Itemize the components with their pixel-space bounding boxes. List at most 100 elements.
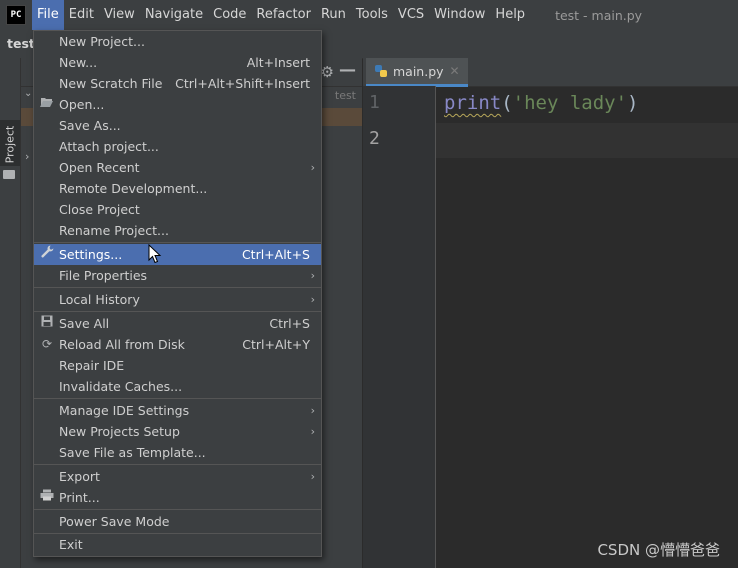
- menu-item-save-as[interactable]: Save As...: [34, 115, 321, 136]
- menu-item-shortcut: Ctrl+Alt+S: [241, 247, 310, 262]
- menu-item-new-projects-setup[interactable]: New Projects Setup ›: [34, 421, 321, 442]
- menu-item-label: Manage IDE Settings: [59, 403, 190, 418]
- line-gutter: 1 2: [363, 86, 436, 568]
- editor: main.py ✕ 1 2 print('hey lady'): [363, 58, 738, 568]
- menu-item-shortcut: Ctrl+Alt+Shift+Insert: [175, 76, 310, 91]
- menu-item-exit[interactable]: Exit: [34, 534, 321, 555]
- menu-item-label: Save All: [59, 316, 110, 331]
- file-menu-dropdown: New Project... New... Alt+Insert New Scr…: [33, 30, 322, 557]
- menu-item-label: New Projects Setup: [59, 424, 180, 439]
- menu-item-file-properties[interactable]: File Properties ›: [34, 265, 321, 286]
- wrench-icon: [39, 244, 55, 265]
- mouse-cursor-icon: [148, 244, 162, 264]
- menu-item-shortcut: Ctrl+S: [269, 316, 310, 331]
- menu-bar: PC File Edit View Navigate Code Refactor…: [0, 0, 738, 30]
- code-line[interactable]: print('hey lady'): [444, 92, 639, 114]
- menu-item-new-project[interactable]: New Project...: [34, 31, 321, 52]
- menu-item-label: File Properties: [59, 268, 148, 283]
- code-token-paren: ): [627, 92, 639, 114]
- gear-icon[interactable]: ⚙: [321, 63, 334, 81]
- menu-window[interactable]: Window: [429, 0, 490, 30]
- menu-item-label: Open Recent: [59, 160, 140, 175]
- menu-item-label: Local History: [59, 292, 140, 307]
- folder-icon[interactable]: [3, 170, 15, 179]
- menu-item-close-project[interactable]: Close Project: [34, 199, 321, 220]
- tab-main-py[interactable]: main.py ✕: [366, 58, 468, 87]
- menu-vcs[interactable]: VCS: [393, 0, 429, 30]
- menu-item-new-scratch-file[interactable]: New Scratch File Ctrl+Alt+Shift+Insert: [34, 73, 321, 94]
- submenu-arrow-icon: ›: [310, 161, 315, 174]
- menu-item-save-file-as-template[interactable]: Save File as Template...: [34, 442, 321, 463]
- project-tool-label[interactable]: Project: [4, 125, 17, 165]
- menu-item-save-all[interactable]: Save All Ctrl+S: [34, 313, 321, 334]
- submenu-arrow-icon: ›: [310, 425, 315, 438]
- close-icon[interactable]: ✕: [450, 64, 460, 78]
- menu-navigate[interactable]: Navigate: [140, 0, 208, 30]
- menu-item-label: Reload All from Disk: [59, 337, 185, 352]
- reload-icon: ⟳: [41, 337, 53, 351]
- menu-help[interactable]: Help: [490, 0, 530, 30]
- menu-item-shortcut: Alt+Insert: [246, 55, 310, 70]
- menu-item-label: Attach project...: [59, 139, 159, 154]
- save-icon: [39, 313, 55, 334]
- tab-label: main.py: [393, 63, 444, 79]
- menu-item-reload-all[interactable]: ⟳ Reload All from Disk Ctrl+Alt+Y: [34, 334, 321, 355]
- menu-code[interactable]: Code: [208, 0, 251, 30]
- menu-item-open[interactable]: Open...: [34, 94, 321, 115]
- menu-item-open-recent[interactable]: Open Recent ›: [34, 157, 321, 178]
- menu-item-repair-ide[interactable]: Repair IDE: [34, 355, 321, 376]
- code-token-function: print: [444, 92, 502, 114]
- menu-view[interactable]: View: [99, 0, 140, 30]
- left-tool-strip: Project: [0, 58, 21, 568]
- menu-item-label: Save As...: [59, 118, 121, 133]
- menu-item-manage-ide-settings[interactable]: Manage IDE Settings ›: [34, 400, 321, 421]
- watermark-text: CSDN @懵懵爸爸: [597, 541, 720, 559]
- window-title: test - main.py: [555, 7, 643, 23]
- menu-item-label: Print...: [59, 490, 100, 505]
- menu-run[interactable]: Run: [316, 0, 351, 30]
- menu-item-label: Export: [59, 469, 100, 484]
- menu-item-label: New Scratch File: [59, 76, 163, 91]
- menu-tools[interactable]: Tools: [351, 0, 393, 30]
- menu-item-print[interactable]: Print...: [34, 487, 321, 508]
- submenu-arrow-icon: ›: [310, 269, 315, 282]
- code-token-paren: (: [501, 92, 513, 114]
- menu-item-label: Rename Project...: [59, 223, 169, 238]
- python-file-icon: [374, 64, 388, 78]
- menu-item-label: New...: [59, 55, 98, 70]
- menu-item-power-save-mode[interactable]: Power Save Mode: [34, 511, 321, 532]
- submenu-arrow-icon: ›: [310, 293, 315, 306]
- menu-file[interactable]: File: [32, 0, 64, 30]
- minimize-icon[interactable]: —: [339, 60, 356, 80]
- menu-item-label: Settings...: [59, 247, 123, 262]
- menu-item-export[interactable]: Export ›: [34, 466, 321, 487]
- menu-item-invalidate-caches[interactable]: Invalidate Caches...: [34, 376, 321, 397]
- editor-tab-bar: main.py ✕: [363, 58, 738, 87]
- line-number: 1: [369, 92, 380, 113]
- menu-item-settings[interactable]: Settings... Ctrl+Alt+S: [34, 244, 321, 265]
- code-token-string: 'hey lady': [512, 92, 628, 114]
- current-line-highlight: [436, 123, 738, 158]
- menu-item-label: Remote Development...: [59, 181, 208, 196]
- menu-item-attach-project[interactable]: Attach project...: [34, 136, 321, 157]
- menu-separator: [34, 509, 321, 510]
- line-number: 2: [369, 128, 380, 149]
- menu-item-local-history[interactable]: Local History ›: [34, 289, 321, 310]
- chevron-down-icon[interactable]: ⌄: [24, 88, 32, 99]
- menu-separator: [34, 311, 321, 312]
- menu-item-label: Repair IDE: [59, 358, 125, 373]
- menu-item-rename-project[interactable]: Rename Project...: [34, 220, 321, 241]
- chevron-right-icon[interactable]: ›: [25, 150, 29, 163]
- menu-separator: [34, 287, 321, 288]
- submenu-arrow-icon: ›: [310, 470, 315, 483]
- menu-item-label: Invalidate Caches...: [59, 379, 183, 394]
- menu-refactor[interactable]: Refactor: [251, 0, 316, 30]
- menu-item-remote-development[interactable]: Remote Development...: [34, 178, 321, 199]
- menu-item-label: New Project...: [59, 34, 145, 49]
- menu-item-label: Close Project: [59, 202, 140, 217]
- breadcrumb-project[interactable]: test: [7, 36, 35, 51]
- menu-edit[interactable]: Edit: [64, 0, 99, 30]
- menu-item-new[interactable]: New... Alt+Insert: [34, 52, 321, 73]
- menu-separator: [34, 398, 321, 399]
- menu-item-label: Exit: [59, 537, 83, 552]
